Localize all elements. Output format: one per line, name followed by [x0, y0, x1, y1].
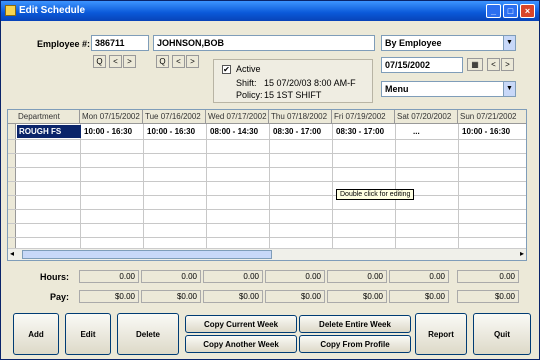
schedule-cell[interactable]: 10:00 - 16:30	[84, 127, 132, 136]
employee-prev-button[interactable]: <	[109, 55, 122, 68]
grid-line	[395, 124, 396, 248]
pay-total: $0.00	[141, 290, 201, 303]
grid-line	[8, 195, 526, 196]
chevron-down-icon: ▼	[503, 36, 515, 50]
hours-total: 0.00	[141, 270, 201, 283]
chevron-down-icon: ▼	[503, 82, 515, 96]
pay-total: $0.00	[203, 290, 263, 303]
grid-line	[206, 124, 207, 248]
pay-label: Pay:	[49, 292, 69, 302]
scroll-thumb[interactable]	[22, 250, 272, 259]
column-header[interactable]: Sat 07/20/2002	[395, 110, 458, 124]
pay-total: $0.00	[79, 290, 139, 303]
row-header-strip	[8, 124, 16, 248]
employee-status-panel: ✔ Active Shift: 15 07/20/03 8:00 AM-F Po…	[213, 59, 373, 103]
report-button[interactable]: Report	[415, 313, 467, 355]
name-search-icon[interactable]: Q	[156, 55, 169, 68]
grid-line	[332, 124, 333, 248]
hours-total: 0.00	[389, 270, 449, 283]
date-next-button[interactable]: >	[501, 58, 514, 71]
employee-label: Employee #:	[37, 39, 91, 49]
date-prev-button[interactable]: <	[487, 58, 500, 71]
active-label: Active	[236, 64, 261, 74]
hours-total: 0.00	[79, 270, 139, 283]
title-bar: Edit Schedule _ □ ×	[1, 1, 539, 21]
schedule-cell[interactable]: ...	[413, 127, 420, 136]
name-prev-button[interactable]: <	[172, 55, 185, 68]
copy-another-week-button[interactable]: Copy Another Week	[185, 335, 297, 353]
grid-line	[269, 124, 270, 248]
policy-value: 15 1ST SHIFT	[264, 90, 322, 100]
schedule-cell[interactable]: 08:30 - 17:00	[336, 127, 384, 136]
edit-tooltip: Double click for editing	[336, 189, 415, 200]
window-title: Edit Schedule	[19, 5, 86, 16]
calendar-icon[interactable]: ▦	[467, 58, 483, 71]
hours-total: 0.00	[203, 270, 263, 283]
employee-next-button[interactable]: >	[123, 55, 136, 68]
delete-entire-week-button[interactable]: Delete Entire Week	[299, 315, 411, 333]
schedule-cell[interactable]: 10:00 - 16:30	[147, 127, 195, 136]
column-header[interactable]: Department	[16, 110, 80, 124]
pay-total: $0.00	[327, 290, 387, 303]
grid-line	[8, 209, 526, 210]
edit-button[interactable]: Edit	[65, 313, 111, 355]
grid-line	[458, 124, 459, 248]
add-button[interactable]: Add	[13, 313, 59, 355]
column-header[interactable]: Thu 07/18/2002	[269, 110, 332, 124]
grid-header: Department Mon 07/15/2002 Tue 07/16/2002…	[8, 110, 526, 124]
shift-value: 15 07/20/03 8:00 AM-F	[264, 78, 356, 88]
view-select-value: By Employee	[385, 38, 442, 48]
close-button[interactable]: ×	[520, 4, 535, 18]
department-cell[interactable]: ROUGH FS	[17, 125, 81, 138]
column-header[interactable]: Fri 07/19/2002	[332, 110, 395, 124]
column-header[interactable]: Sun 07/21/2002	[458, 110, 526, 124]
column-header[interactable]: Mon 07/15/2002	[80, 110, 143, 124]
schedule-cell[interactable]: 08:30 - 17:00	[273, 127, 321, 136]
minimize-button[interactable]: _	[486, 4, 501, 18]
scroll-left-icon[interactable]: ◂	[10, 249, 14, 258]
maximize-button[interactable]: □	[503, 4, 518, 18]
grid-line	[8, 223, 526, 224]
app-icon	[5, 5, 16, 16]
copy-from-profile-button[interactable]: Copy From Profile	[299, 335, 411, 353]
employee-number-field[interactable]: 386711	[91, 35, 149, 51]
quit-button[interactable]: Quit	[473, 313, 531, 355]
grid-line	[8, 153, 526, 154]
pay-total: $0.00	[389, 290, 449, 303]
hours-total: 0.00	[265, 270, 325, 283]
grid-line	[8, 139, 526, 140]
active-checkbox[interactable]: ✔	[222, 65, 231, 74]
scroll-right-icon[interactable]: ▸	[520, 249, 524, 258]
copy-current-week-button[interactable]: Copy Current Week	[185, 315, 297, 333]
employee-name-field[interactable]: JOHNSON,BOB	[153, 35, 375, 51]
grid-line	[8, 181, 526, 182]
hours-label: Hours:	[40, 272, 69, 282]
grid-line	[8, 237, 526, 238]
grid-line	[8, 167, 526, 168]
menu-select-value: Menu	[385, 84, 409, 94]
hours-total: 0.00	[457, 270, 519, 283]
search-icon[interactable]: Q	[93, 55, 106, 68]
shift-label: Shift:	[236, 78, 257, 88]
hours-total: 0.00	[327, 270, 387, 283]
schedule-cell[interactable]: 10:00 - 16:30	[462, 127, 510, 136]
pay-total: $0.00	[457, 290, 519, 303]
grid-line	[80, 124, 81, 248]
policy-label: Policy:	[236, 90, 263, 100]
edit-schedule-window: Edit Schedule _ □ × Employee #: 386711 J…	[0, 0, 540, 360]
pay-total: $0.00	[265, 290, 325, 303]
column-header[interactable]: Tue 07/16/2002	[143, 110, 206, 124]
grid-line	[143, 124, 144, 248]
schedule-grid[interactable]: Department Mon 07/15/2002 Tue 07/16/2002…	[7, 109, 527, 261]
schedule-cell[interactable]: 08:00 - 14:30	[210, 127, 258, 136]
menu-select[interactable]: Menu ▼	[381, 81, 516, 97]
week-date-field[interactable]: 07/15/2002	[381, 57, 463, 73]
delete-button[interactable]: Delete	[117, 313, 179, 355]
name-next-button[interactable]: >	[186, 55, 199, 68]
column-header[interactable]: Wed 07/17/2002	[206, 110, 269, 124]
view-select[interactable]: By Employee ▼	[381, 35, 516, 51]
horizontal-scrollbar[interactable]: ◂ ▸	[8, 248, 526, 260]
